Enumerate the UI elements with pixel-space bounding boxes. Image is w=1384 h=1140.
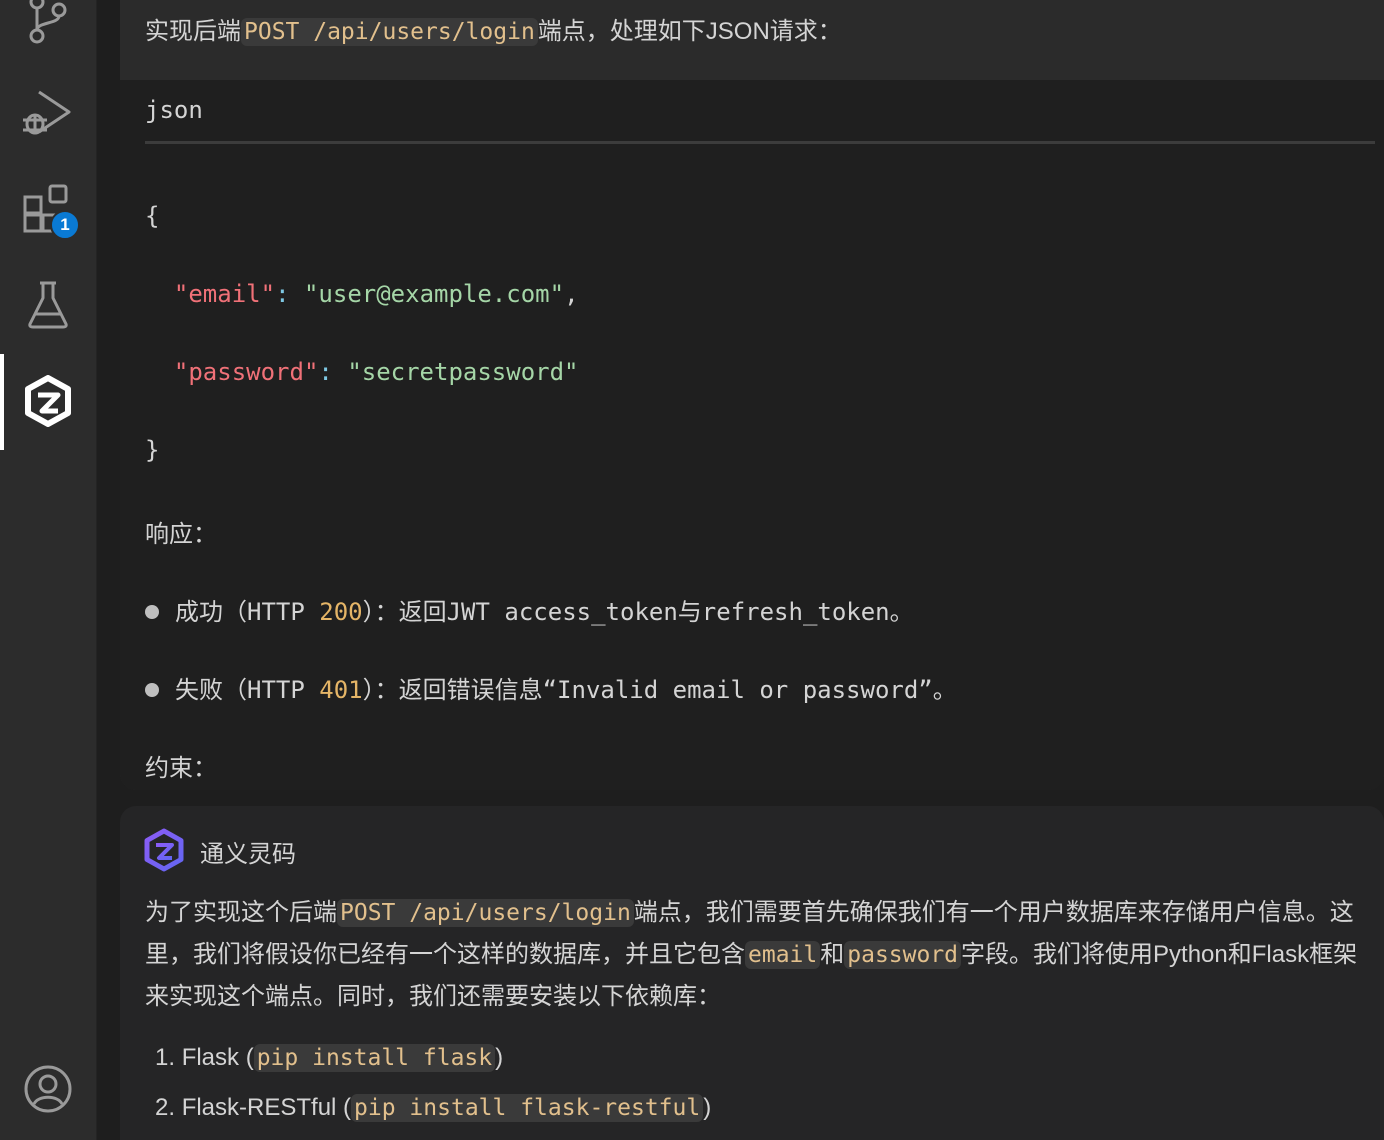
list-open: ( [336,1094,352,1121]
dependency-item-flask: 1. Flask (pip install flask) [155,1044,503,1072]
tongyi-avatar-icon [144,828,184,872]
list-close: ) [703,1094,712,1121]
para-inline-code-email: email [745,941,821,969]
code-language-label: json [145,96,203,124]
code-line-email: "email": "user@example.com", [145,280,579,308]
list-inline-code: pip install flask [253,1044,496,1072]
bullet-dot [145,604,159,619]
dependency-item-flask-restful: 2. Flask-RESTful (pip install flask-rest… [155,1094,711,1122]
open-brace: { [145,202,160,230]
user-message-card: 实现后端 POST /api/users/login 端点，处理如下JSON请求： … [120,0,1384,790]
email-value: "user@example.com" [303,280,565,308]
response-bullet-success: 成功（HTTP 200）：返回JWT access_token与refresh_… [145,592,914,627]
para-text-3: 和 [820,941,845,968]
chat-panel: 实现后端 POST /api/users/login 端点，处理如下JSON请求： … [97,0,1384,1140]
intro-after: 端点，处理如下JSON请求： [537,18,842,45]
password-key: "password" [173,358,319,386]
response-heading: 响应： [145,521,217,548]
tongyi-logo-icon [25,375,71,427]
bullet-prefix: 失败（HTTP [175,676,320,704]
constraints-heading: 约束： [145,755,217,782]
para-inline-code-endpoint: POST /api/users/login [337,899,634,927]
assistant-message-card: 通义灵码 为了实现这个后端 POST /api/users/login 端点，我们需… [120,806,1384,1140]
bullet-dot [145,682,159,697]
code-line-close: } [145,436,159,464]
assistant-name: 通义灵码 [200,841,296,868]
code-block: json { "email": "user@example.com", "pas… [120,80,1384,790]
para-inline-code-password: password [844,941,962,969]
email-key: "email" [173,280,276,308]
list-number: 1. [155,1044,176,1071]
flask-icon [28,281,68,329]
testing-button[interactable] [0,260,96,350]
intro-before: 实现后端 [145,18,241,45]
bullet-suffix: ）：返回JWT access_token与refresh_token。 [362,598,914,626]
accounts-button[interactable] [0,1044,96,1134]
user-intro-text: 实现后端 POST /api/users/login 端点，处理如下JSON请求： [145,14,842,50]
account-icon [24,1065,72,1113]
extensions-badge: 1 [50,210,80,240]
list-open: ( [239,1044,254,1071]
run-debug-button[interactable] [0,68,96,158]
email-colon: : [275,280,290,308]
activity-bar: 1 [0,0,97,1140]
source-control-button[interactable] [0,0,96,65]
list-number: 2. [155,1094,176,1121]
password-colon: : [318,358,333,386]
list-name: Flask-RESTful [181,1094,337,1121]
tongyi-lingma-button[interactable] [0,356,96,446]
list-close: ) [495,1044,504,1071]
bullet-status-code: 401 [319,676,363,704]
response-bullet-failure: 失败（HTTP 401）：返回错误信息“Invalid email or pas… [145,670,957,705]
bullet-status-code: 200 [319,598,363,626]
list-name: Flask [181,1044,240,1071]
bullet-suffix: ）：返回错误信息“Invalid email or password”。 [362,676,957,704]
bullet-prefix: 成功（HTTP [175,598,320,626]
list-inline-code: pip install flask-restful [351,1094,704,1122]
code-line-password: "password": "secretpassword" [145,358,579,386]
run-debug-icon [23,90,71,135]
email-comma: , [564,280,579,308]
intro-inline-code: POST /api/users/login [241,18,538,46]
para-text-1: 为了实现这个后端 [145,899,337,926]
password-value: "secretpassword" [347,358,579,386]
source-control-icon [29,0,67,44]
extensions-button[interactable] [0,164,96,254]
close-brace: } [145,436,160,464]
code-divider [145,141,1375,144]
code-line-open: { [145,202,159,230]
assistant-paragraph: 为了实现这个后端 POST /api/users/login 端点，我们需要首先确保… [145,892,1375,1017]
